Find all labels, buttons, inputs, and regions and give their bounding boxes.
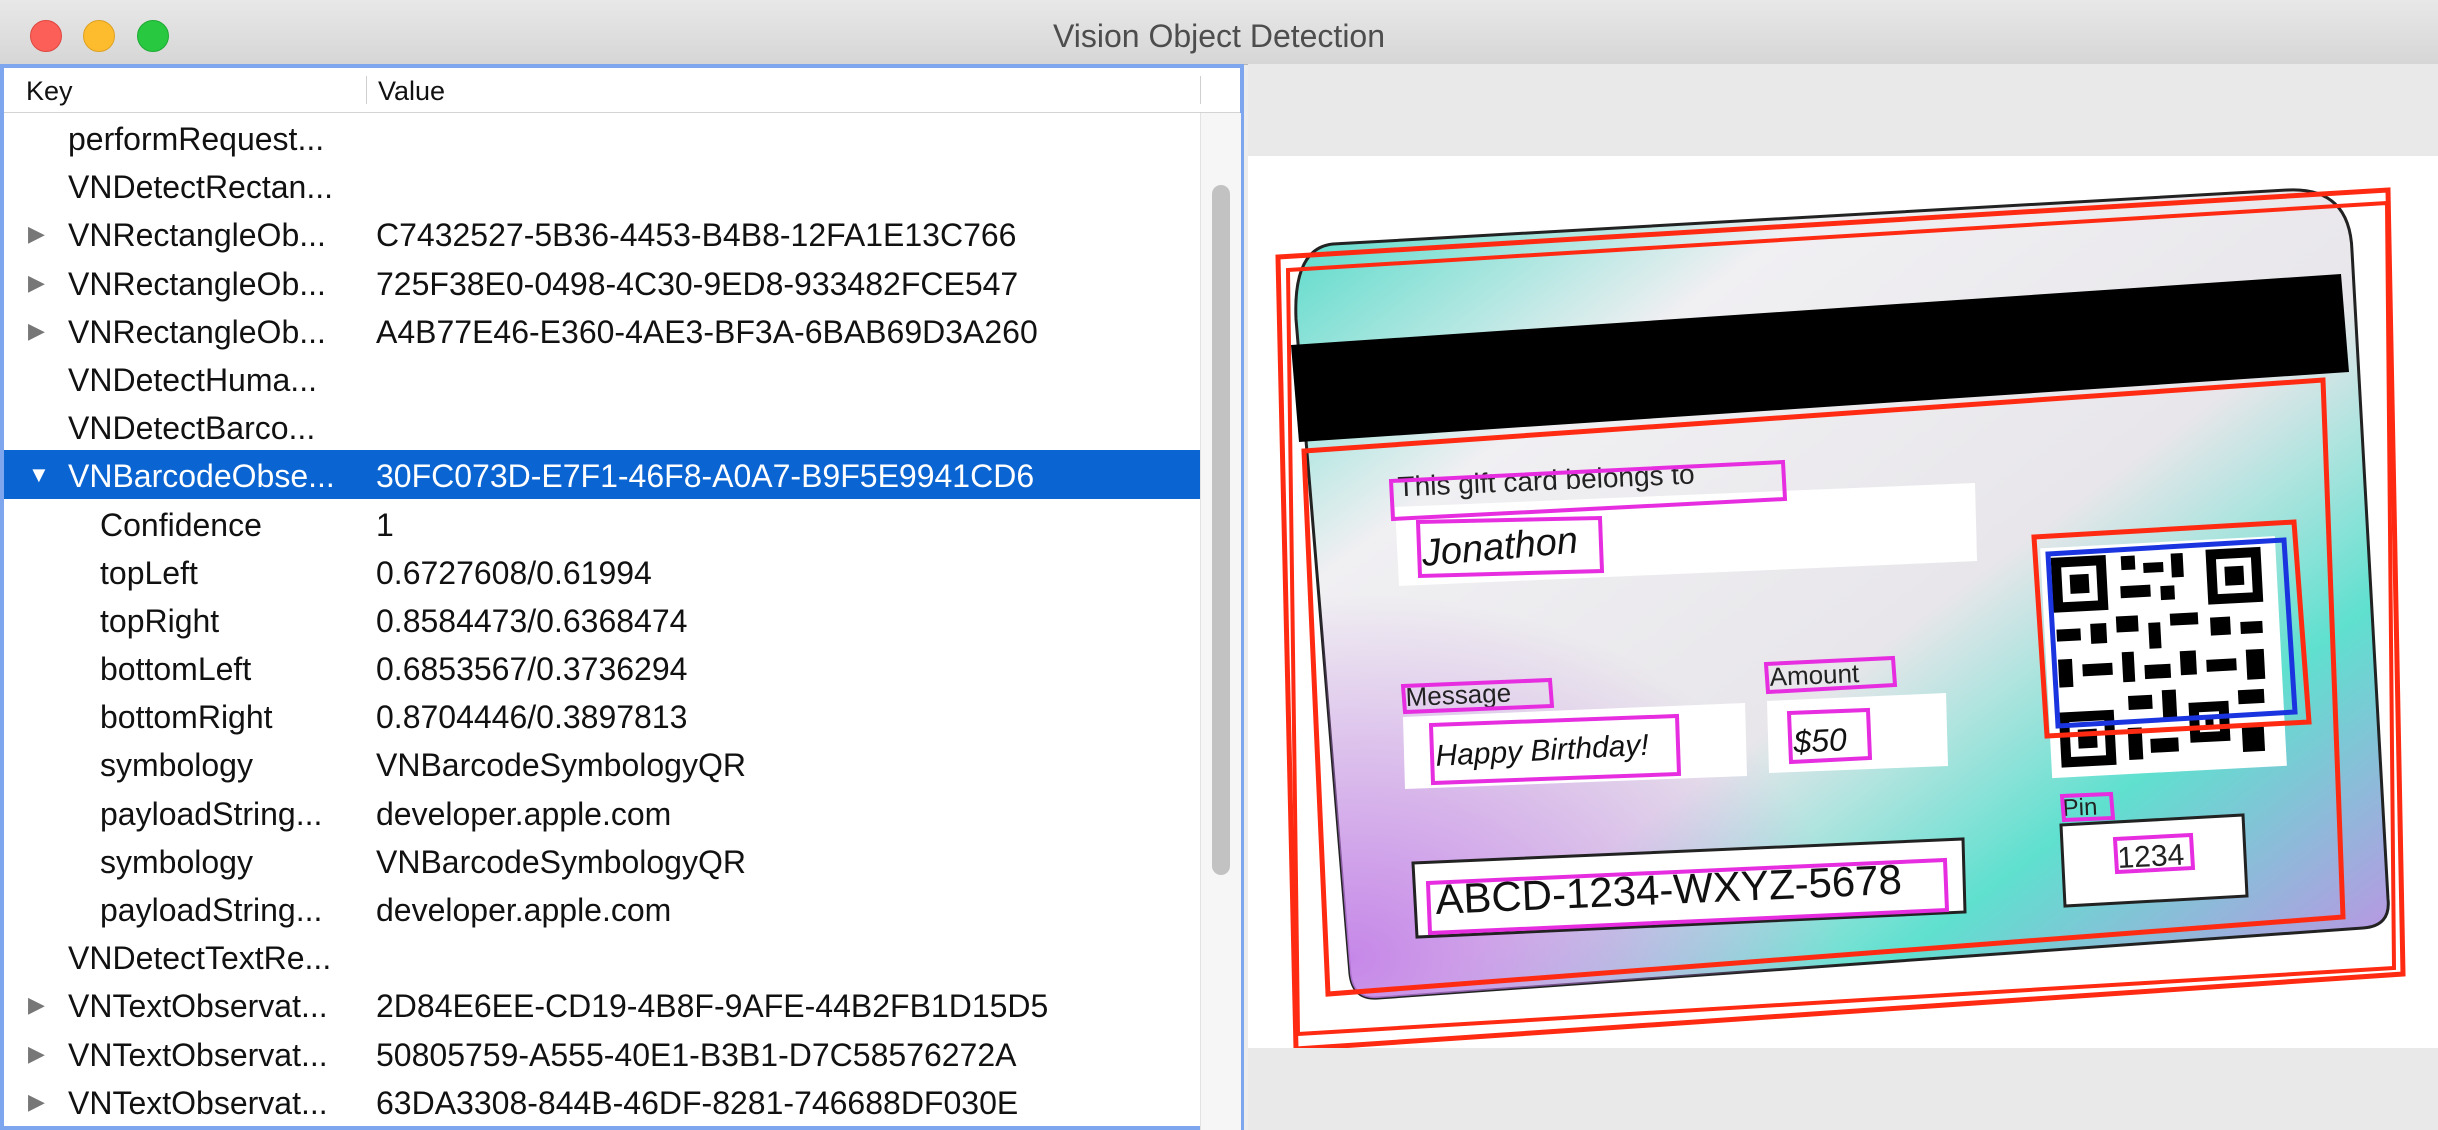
- row-key: performRequest...: [68, 121, 325, 157]
- disclosure-collapsed-icon[interactable]: ▶: [28, 318, 45, 344]
- value-column-header[interactable]: Value: [378, 76, 445, 107]
- row-key: VNDetectTextRe...: [68, 940, 332, 977]
- row-key: symbology: [100, 843, 253, 880]
- row-value: 30FC073D-E7F1-46F8-A0A7-B9F5E9941CD6: [376, 458, 1035, 495]
- row-key: topRight: [100, 602, 220, 639]
- row-key: VNDetectRectan...: [68, 169, 333, 206]
- outline-row[interactable]: symbology VNBarcodeSymbologyQR: [4, 739, 1200, 787]
- row-key: VNTextObservat...: [68, 988, 328, 1025]
- row-key: VNTextObservat...: [68, 1084, 328, 1121]
- outline-row[interactable]: topRight 0.8584473/0.6368474: [4, 595, 1200, 643]
- disclosure-collapsed-icon[interactable]: ▶: [28, 1089, 45, 1115]
- row-value: C7432527-5B36-4453-B4B8-12FA1E13C766: [376, 217, 1017, 254]
- outline-row[interactable]: payloadString... developer.apple.com: [4, 884, 1200, 932]
- row-key: bottomLeft: [100, 651, 252, 688]
- row-key: symbology: [100, 747, 253, 784]
- row-key: topLeft: [100, 554, 198, 591]
- outline-row[interactable]: ▶ VNTextObservat... 2D84E6EE-CD19-4B8F-9AF…: [4, 980, 1200, 1028]
- observation-outline-view[interactable]: Key Value performRequest... VNDetectRecta…: [0, 64, 1244, 1130]
- outline-row[interactable]: performRequest...: [4, 113, 1200, 161]
- disclosure-collapsed-icon[interactable]: ▶: [28, 1041, 45, 1067]
- row-value: 0.6853567/0.3736294: [376, 651, 688, 688]
- outline-rows: performRequest... VNDetectRectan... ▶ VNRec…: [4, 113, 1200, 1125]
- row-key: payloadString...: [100, 795, 323, 832]
- column-divider: [1200, 76, 1201, 104]
- outline-row[interactable]: VNDetectRectan...: [4, 161, 1200, 209]
- outline-row[interactable]: ▶ VNRectangleOb... A4B77E46-E360-4AE3-BF3A…: [4, 306, 1200, 354]
- row-value: developer.apple.com: [376, 892, 672, 928]
- outline-row[interactable]: bottomRight 0.8704446/0.3897813: [4, 691, 1200, 739]
- row-value: 0.8704446/0.3897813: [376, 699, 688, 736]
- row-value: 2D84E6EE-CD19-4B8F-9AFE-44B2FB1D15D5: [376, 988, 1049, 1025]
- image-canvas: This gift card belongs to Jonathon Messa…: [1248, 156, 2438, 1052]
- row-key: VNRectangleOb...: [68, 217, 326, 254]
- outline-row[interactable]: ▶ VNTextObservat... 50805759-A555-40E1-B3B…: [4, 1029, 1200, 1077]
- row-key: VNDetectHuma...: [68, 361, 317, 398]
- row-key: VNRectangleOb...: [68, 313, 326, 350]
- image-preview-pane: This gift card belongs to Jonathon Messa…: [1248, 64, 2438, 1130]
- app-window: Vision Object Detection Key Value perfor…: [0, 0, 2438, 1130]
- row-value: 63DA3308-844B-46DF-8281-746688DF030E: [376, 1084, 1019, 1121]
- row-value: VNBarcodeSymbologyQR: [376, 843, 746, 880]
- outline-row[interactable]: payloadString... developer.apple.com: [4, 788, 1200, 836]
- row-key: payloadString...: [100, 892, 323, 928]
- disclosure-expanded-icon[interactable]: ▼: [28, 462, 50, 488]
- outline-row[interactable]: ▶ VNTextObservat... 63DA3308-844B-46DF-828…: [4, 1077, 1200, 1125]
- row-value: A4B77E46-E360-4AE3-BF3A-6BAB69D3A260: [376, 313, 1038, 350]
- outline-row[interactable]: VNDetectTextRe...: [4, 932, 1200, 980]
- outline-header: Key Value: [4, 68, 1240, 113]
- svg-text:$50: $50: [1791, 721, 1847, 760]
- row-key: Confidence: [100, 506, 262, 543]
- row-key: VNTextObservat...: [68, 1036, 328, 1073]
- vertical-scrollbar[interactable]: [1200, 113, 1241, 1130]
- row-key: VNBarcodeObse...: [68, 458, 335, 495]
- window-title: Vision Object Detection: [1052, 18, 1386, 54]
- qr-code: [2040, 536, 2287, 779]
- row-value: VNBarcodeSymbologyQR: [376, 747, 746, 784]
- key-column-header[interactable]: Key: [26, 76, 73, 107]
- row-key: VNRectangleOb...: [68, 265, 326, 302]
- row-key: VNDetectBarco...: [68, 410, 316, 447]
- gift-card-image: This gift card belongs to Jonathon Messa…: [1275, 187, 2406, 1052]
- outline-row[interactable]: symbology VNBarcodeSymbologyQR: [4, 836, 1200, 884]
- row-value: 1: [376, 506, 394, 543]
- outline-row[interactable]: topLeft 0.6727608/0.61994: [4, 547, 1200, 595]
- row-value: 725F38E0-0498-4C30-9ED8-933482FCE547: [376, 265, 1019, 302]
- disclosure-collapsed-icon[interactable]: ▶: [28, 221, 45, 247]
- outline-row[interactable]: bottomLeft 0.6853567/0.3736294: [4, 643, 1200, 691]
- outline-row[interactable]: ▶ VNRectangleOb... C7432527-5B36-4453-B4B8…: [4, 209, 1200, 257]
- row-value: 50805759-A555-40E1-B3B1-D7C58576272A: [376, 1036, 1017, 1073]
- row-value: 0.6727608/0.61994: [376, 554, 652, 591]
- outline-row[interactable]: Confidence 1: [4, 499, 1200, 547]
- outline-row[interactable]: VNDetectBarco...: [4, 402, 1200, 450]
- row-key: bottomRight: [100, 699, 273, 736]
- outline-row[interactable]: VNDetectHuma...: [4, 354, 1200, 402]
- row-value: developer.apple.com: [376, 795, 672, 832]
- title-bar: Vision Object Detection: [0, 0, 2438, 65]
- outline-row[interactable]: ▶ VNRectangleOb... 725F38E0-0498-4C30-9ED8…: [4, 258, 1200, 306]
- column-divider[interactable]: [366, 76, 367, 104]
- outline-row-selected[interactable]: ▼ VNBarcodeObse... 30FC073D-E7F1-46F8-A0A7…: [4, 450, 1200, 499]
- amount-handwriting: $50: [1791, 721, 1847, 760]
- scrollbar-thumb[interactable]: [1212, 185, 1230, 875]
- disclosure-collapsed-icon[interactable]: ▶: [28, 992, 45, 1018]
- row-value: 0.8584473/0.6368474: [376, 602, 688, 639]
- disclosure-collapsed-icon[interactable]: ▶: [28, 270, 45, 296]
